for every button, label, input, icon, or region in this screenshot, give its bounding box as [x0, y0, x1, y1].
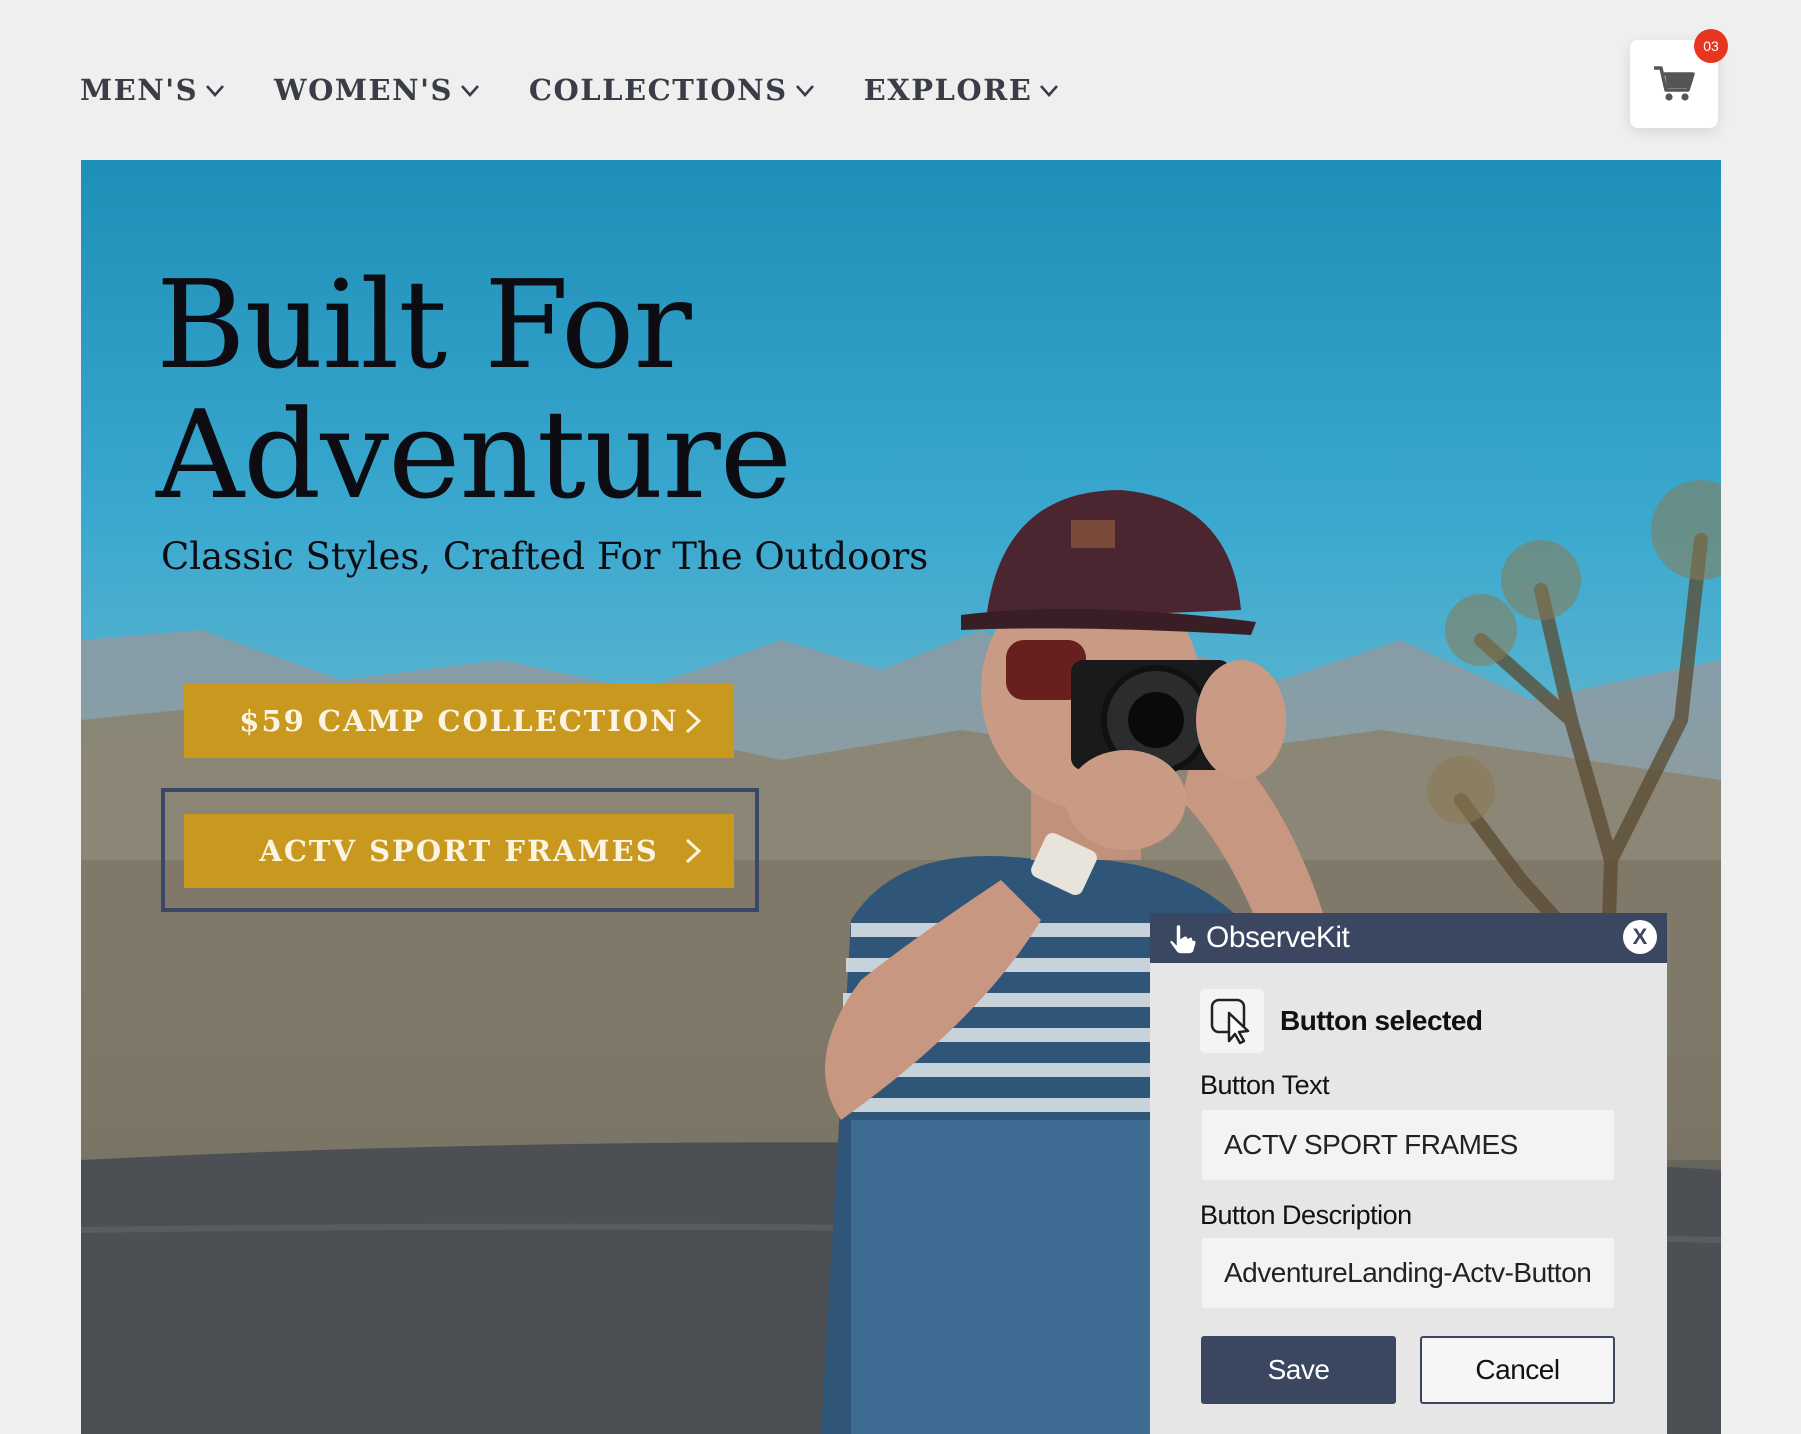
- nav-item-mens[interactable]: MEN'S: [80, 73, 226, 107]
- cart-icon: [1654, 66, 1695, 101]
- nav-item-collections[interactable]: COLLECTIONS: [529, 73, 816, 107]
- nav-item-label: MEN'S: [80, 73, 199, 107]
- camp-collection-button[interactable]: $59 CAMP COLLECTION: [184, 684, 734, 758]
- chevron-down-icon: [206, 85, 225, 97]
- main-nav: MEN'S WOMEN'S COLLECTIONS EXPLORE: [80, 70, 1060, 110]
- cart-count-badge: 03: [1694, 29, 1728, 63]
- selection-status-text: Button selected: [1280, 1005, 1483, 1036]
- close-icon: X: [1632, 924, 1648, 949]
- cta-label: $59 CAMP COLLECTION: [239, 704, 679, 738]
- save-button[interactable]: Save: [1201, 1336, 1396, 1404]
- hero-subtitle: Classic Styles, Crafted For The Outdoors: [161, 535, 929, 578]
- chevron-right-icon: [685, 838, 702, 864]
- cancel-button[interactable]: Cancel: [1420, 1336, 1615, 1404]
- chevron-down-icon: [795, 85, 814, 97]
- nav-item-label: COLLECTIONS: [528, 73, 788, 107]
- hero-title: Built For Adventure: [156, 254, 792, 526]
- chevron-down-icon: [460, 85, 479, 97]
- close-button[interactable]: X: [1623, 920, 1657, 954]
- actv-sport-frames-button[interactable]: ACTV SPORT FRAMES: [184, 814, 734, 888]
- button-text-label: Button Text: [1200, 1070, 1330, 1100]
- observekit-header: ObserveKit X: [1150, 913, 1667, 963]
- selection-status: Button selected: [1200, 989, 1483, 1053]
- button-text-input[interactable]: [1202, 1110, 1614, 1180]
- button-description-label: Button Description: [1200, 1200, 1412, 1230]
- pointer-hand-icon: [1169, 923, 1197, 955]
- nav-item-label: EXPLORE: [863, 73, 1033, 107]
- button-description-input[interactable]: [1202, 1238, 1614, 1308]
- nav-item-womens[interactable]: WOMEN'S: [274, 73, 481, 107]
- observekit-panel: ObserveKit X Button selected Button Text…: [1150, 913, 1667, 1434]
- nav-item-label: WOMEN'S: [274, 73, 453, 107]
- chevron-down-icon: [1040, 85, 1059, 97]
- cursor-select-icon: [1200, 989, 1264, 1053]
- cta-label: ACTV SPORT FRAMES: [259, 834, 659, 868]
- nav-item-explore[interactable]: EXPLORE: [864, 73, 1061, 107]
- observekit-title: ObserveKit: [1206, 921, 1350, 954]
- chevron-right-icon: [685, 708, 702, 734]
